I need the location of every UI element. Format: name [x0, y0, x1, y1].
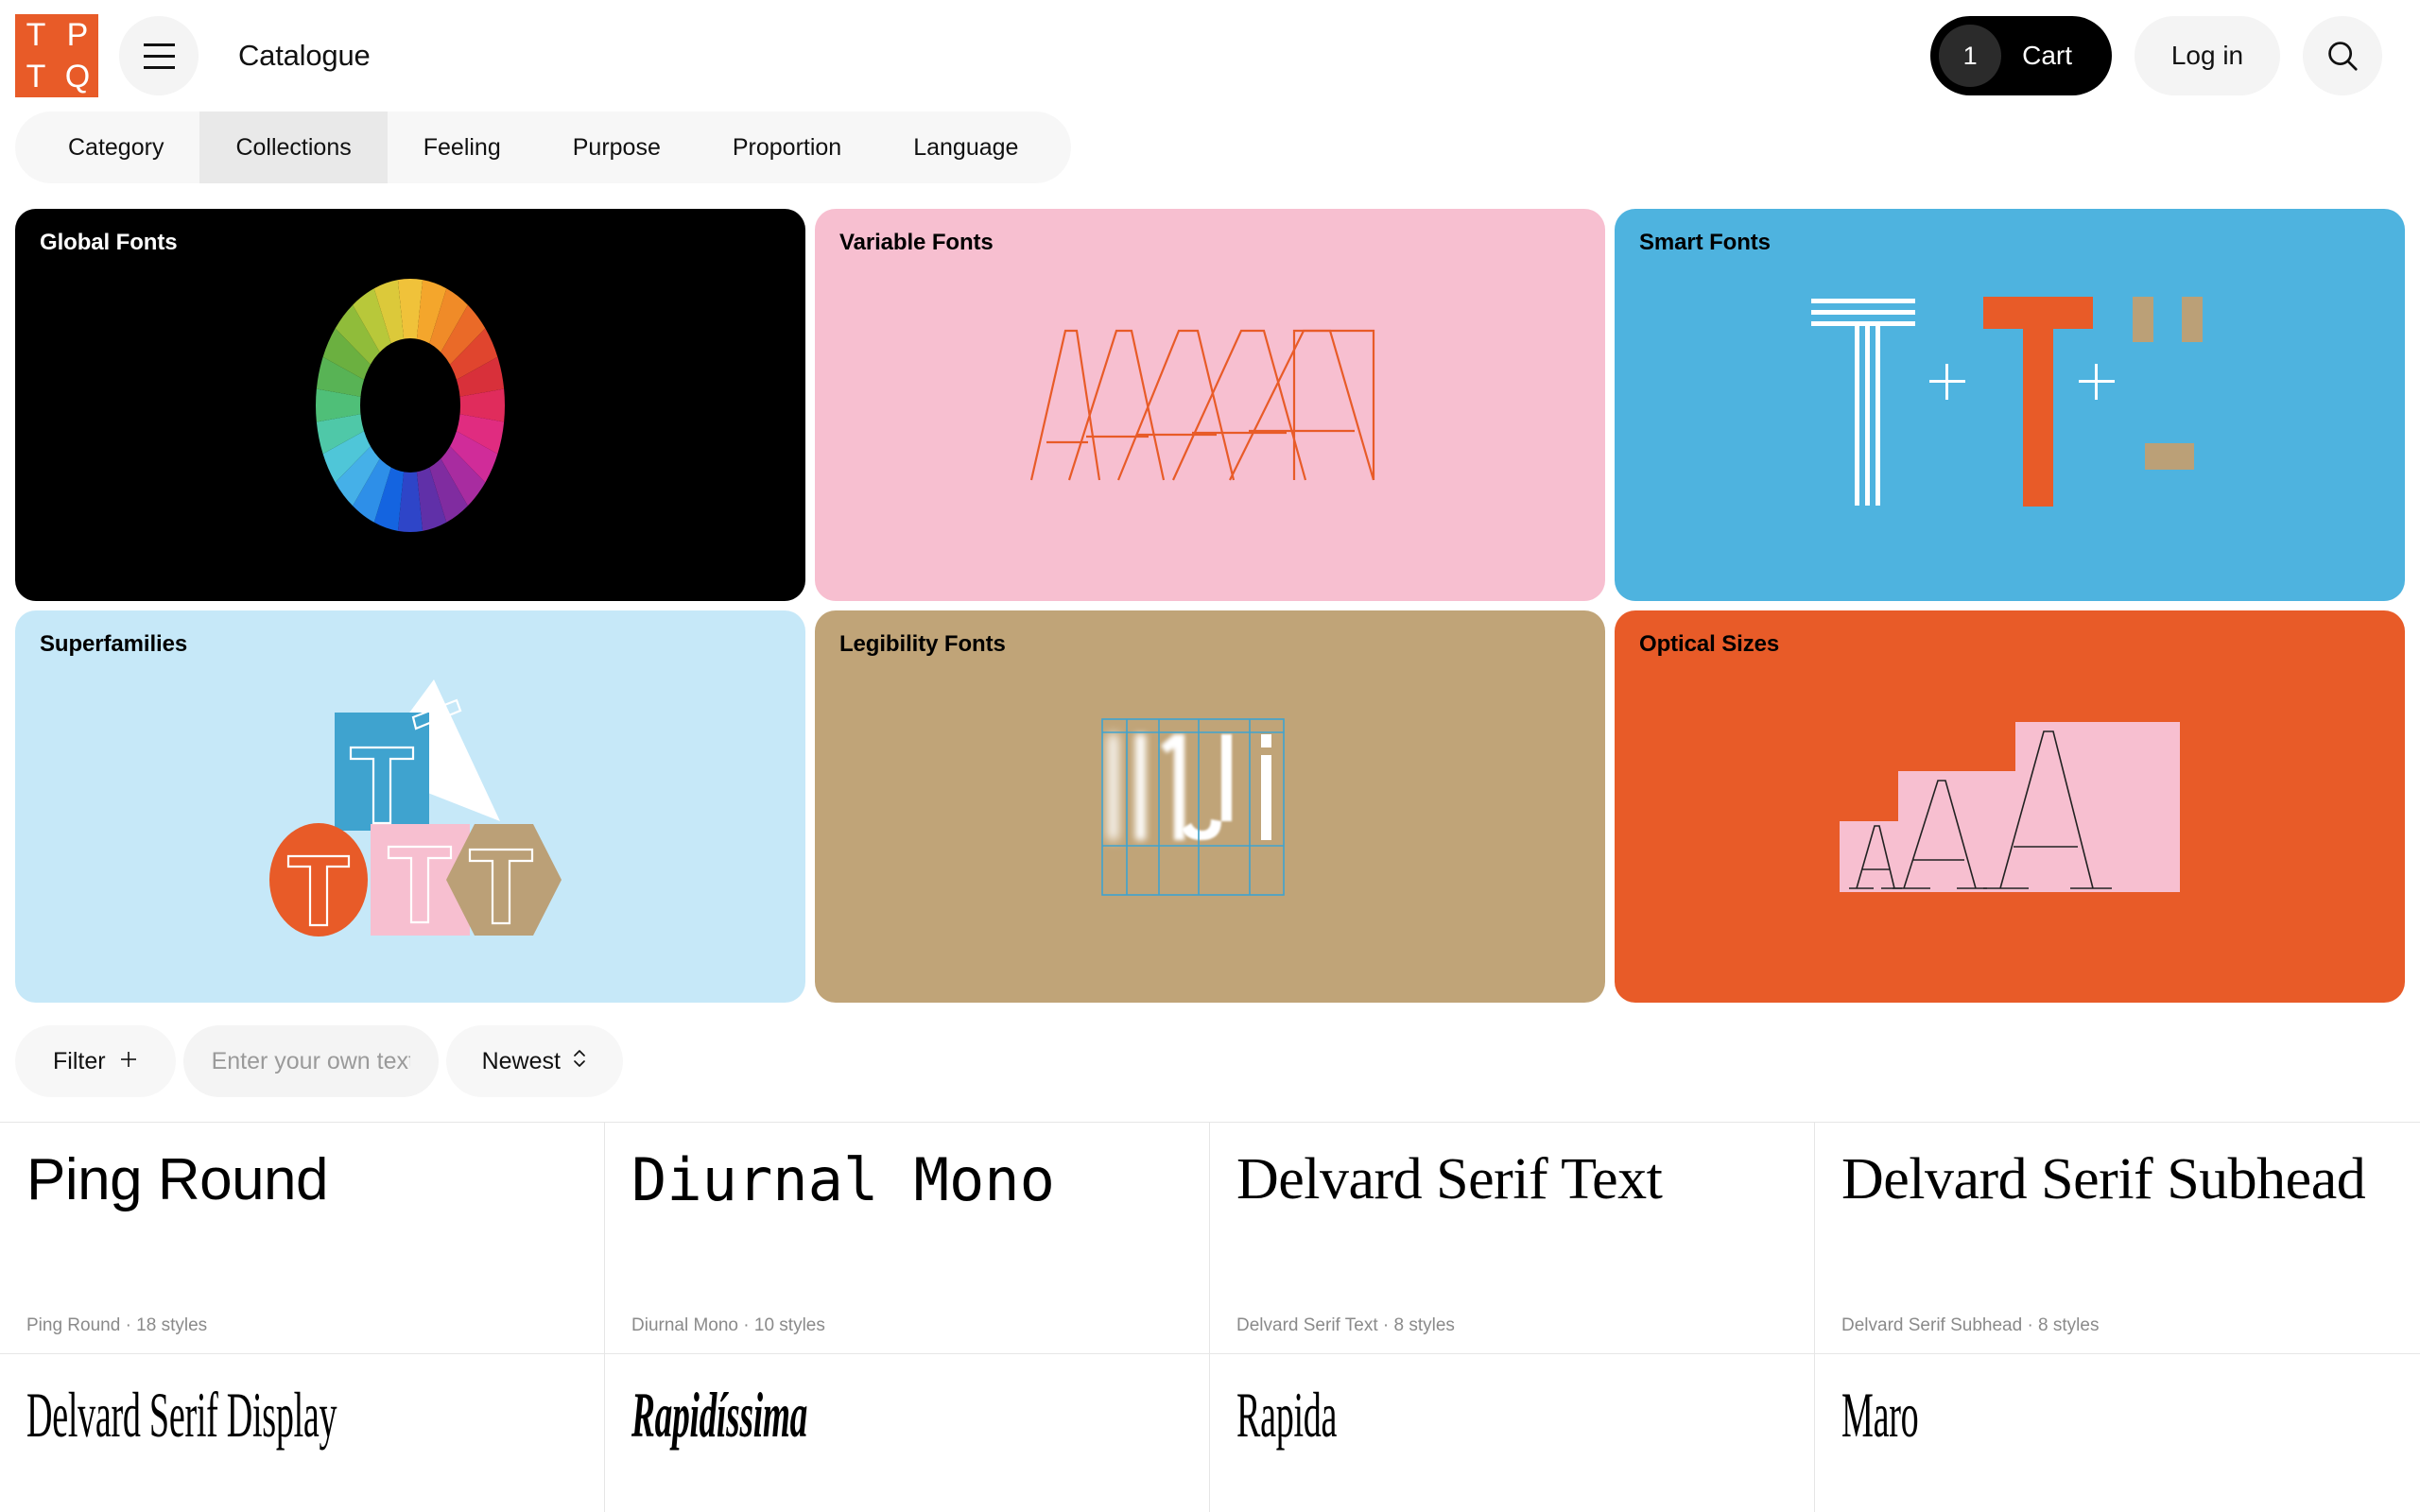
- site-header: T P T Q Catalogue 1 Cart Log in: [0, 0, 2420, 112]
- font-card-delvard-serif-subhead[interactable]: Delvard Serif Subhead Delvard Serif Subh…: [1815, 1123, 2420, 1354]
- collection-card-title: Global Fonts: [40, 230, 178, 255]
- font-caption: Ping Round · 18 styles: [26, 1315, 208, 1335]
- font-specimen: Diurnal Mono: [631, 1145, 1055, 1214]
- tab-purpose[interactable]: Purpose: [537, 112, 697, 183]
- overlapping-a-icon: [815, 209, 1605, 601]
- login-button[interactable]: Log in: [2135, 16, 2280, 95]
- collection-card-optical-sizes[interactable]: Optical Sizes: [1615, 610, 2405, 1003]
- font-card-rapida[interactable]: Rapida: [1210, 1354, 1815, 1512]
- collection-card-global-fonts[interactable]: Global Fonts: [15, 209, 805, 601]
- font-specimen: Maro: [1841, 1379, 1919, 1451]
- filter-label: Filter: [53, 1047, 106, 1074]
- font-caption: Delvard Serif Text · 8 styles: [1236, 1315, 1455, 1335]
- collection-card-smart-fonts[interactable]: Smart Fonts: [1615, 209, 2405, 601]
- logo-letter-p: P: [66, 17, 89, 53]
- collection-card-legibility-fonts[interactable]: Legibility Fonts: [815, 610, 1605, 1003]
- font-card-delvard-serif-display[interactable]: Delvard Serif Display: [0, 1354, 605, 1512]
- cart-button[interactable]: 1 Cart: [1930, 16, 2112, 95]
- color-wheel-icon: [15, 209, 805, 601]
- collection-card-title: Superfamilies: [40, 631, 188, 657]
- font-caption: Diurnal Mono · 10 styles: [631, 1315, 825, 1335]
- t-shapes-grid-icon: [15, 610, 805, 1003]
- collection-card-title: Legibility Fonts: [839, 631, 1006, 657]
- cart-label: Cart: [2022, 41, 2072, 70]
- font-list-grid: Ping Round Ping Round · 18 styles Diurna…: [0, 1122, 2420, 1512]
- menu-line-3: [143, 65, 175, 69]
- font-card-delvard-serif-text[interactable]: Delvard Serif Text Delvard Serif Text · …: [1210, 1123, 1815, 1354]
- collection-card-title: Smart Fonts: [1639, 230, 1771, 255]
- font-specimen: Rapida: [1236, 1379, 1338, 1451]
- tab-proportion[interactable]: Proportion: [697, 112, 877, 183]
- plus-icon: [119, 1048, 138, 1075]
- logo-letter-q: Q: [64, 59, 91, 94]
- tab-feeling[interactable]: Feeling: [388, 112, 537, 183]
- chevron-updown-icon: [572, 1047, 587, 1076]
- page-title: Catalogue: [238, 39, 371, 72]
- filter-tabbar: Category Collections Feeling Purpose Pro…: [15, 112, 1072, 183]
- menu-line-2: [143, 54, 175, 58]
- tab-collections[interactable]: Collections: [199, 112, 388, 183]
- logo-letter-t1: T: [26, 17, 46, 53]
- stepped-a-icon: [1615, 610, 2405, 1003]
- font-specimen: Rapidíssima: [631, 1379, 808, 1451]
- font-toolbar: Filter Newest: [15, 1025, 2405, 1097]
- font-specimen: Delvard Serif Subhead: [1841, 1147, 2366, 1211]
- search-icon[interactable]: [2303, 16, 2382, 95]
- tptq-logo[interactable]: T P T Q: [15, 14, 98, 97]
- menu-line-1: [143, 43, 175, 46]
- collections-grid: Global Fonts Variable Fonts Smart Fonts …: [15, 209, 2405, 1003]
- blurred-letters-icon: [815, 610, 1605, 1003]
- sort-dropdown[interactable]: Newest: [445, 1025, 623, 1097]
- font-specimen: Delvard Serif Display: [26, 1379, 337, 1451]
- font-card-diurnal-mono[interactable]: Diurnal Mono Diurnal Mono · 10 styles: [605, 1123, 1210, 1354]
- collection-card-superfamilies[interactable]: Superfamilies: [15, 610, 805, 1003]
- tab-category[interactable]: Category: [15, 112, 199, 183]
- t-shapes-icon: [1615, 209, 2405, 601]
- font-card-rapidissima[interactable]: Rapidíssima: [605, 1354, 1210, 1512]
- collection-card-variable-fonts[interactable]: Variable Fonts: [815, 209, 1605, 601]
- collection-card-title: Variable Fonts: [839, 230, 994, 255]
- cart-count-badge: 1: [1939, 25, 2002, 87]
- sort-label: Newest: [481, 1047, 561, 1074]
- font-caption: Delvard Serif Subhead · 8 styles: [1841, 1315, 2100, 1335]
- font-specimen: Delvard Serif Text: [1236, 1147, 1663, 1211]
- tab-language[interactable]: Language: [877, 112, 1071, 183]
- filter-button[interactable]: Filter: [15, 1025, 176, 1097]
- font-specimen: Ping Round: [26, 1147, 329, 1212]
- hamburger-menu-icon[interactable]: [119, 16, 199, 95]
- collection-card-title: Optical Sizes: [1639, 631, 1780, 657]
- font-card-maro[interactable]: Maro: [1815, 1354, 2420, 1512]
- custom-text-input[interactable]: [182, 1025, 439, 1097]
- font-card-ping-round[interactable]: Ping Round Ping Round · 18 styles: [0, 1123, 605, 1354]
- logo-letter-t2: T: [26, 59, 46, 94]
- header-actions: 1 Cart Log in: [1930, 16, 2382, 95]
